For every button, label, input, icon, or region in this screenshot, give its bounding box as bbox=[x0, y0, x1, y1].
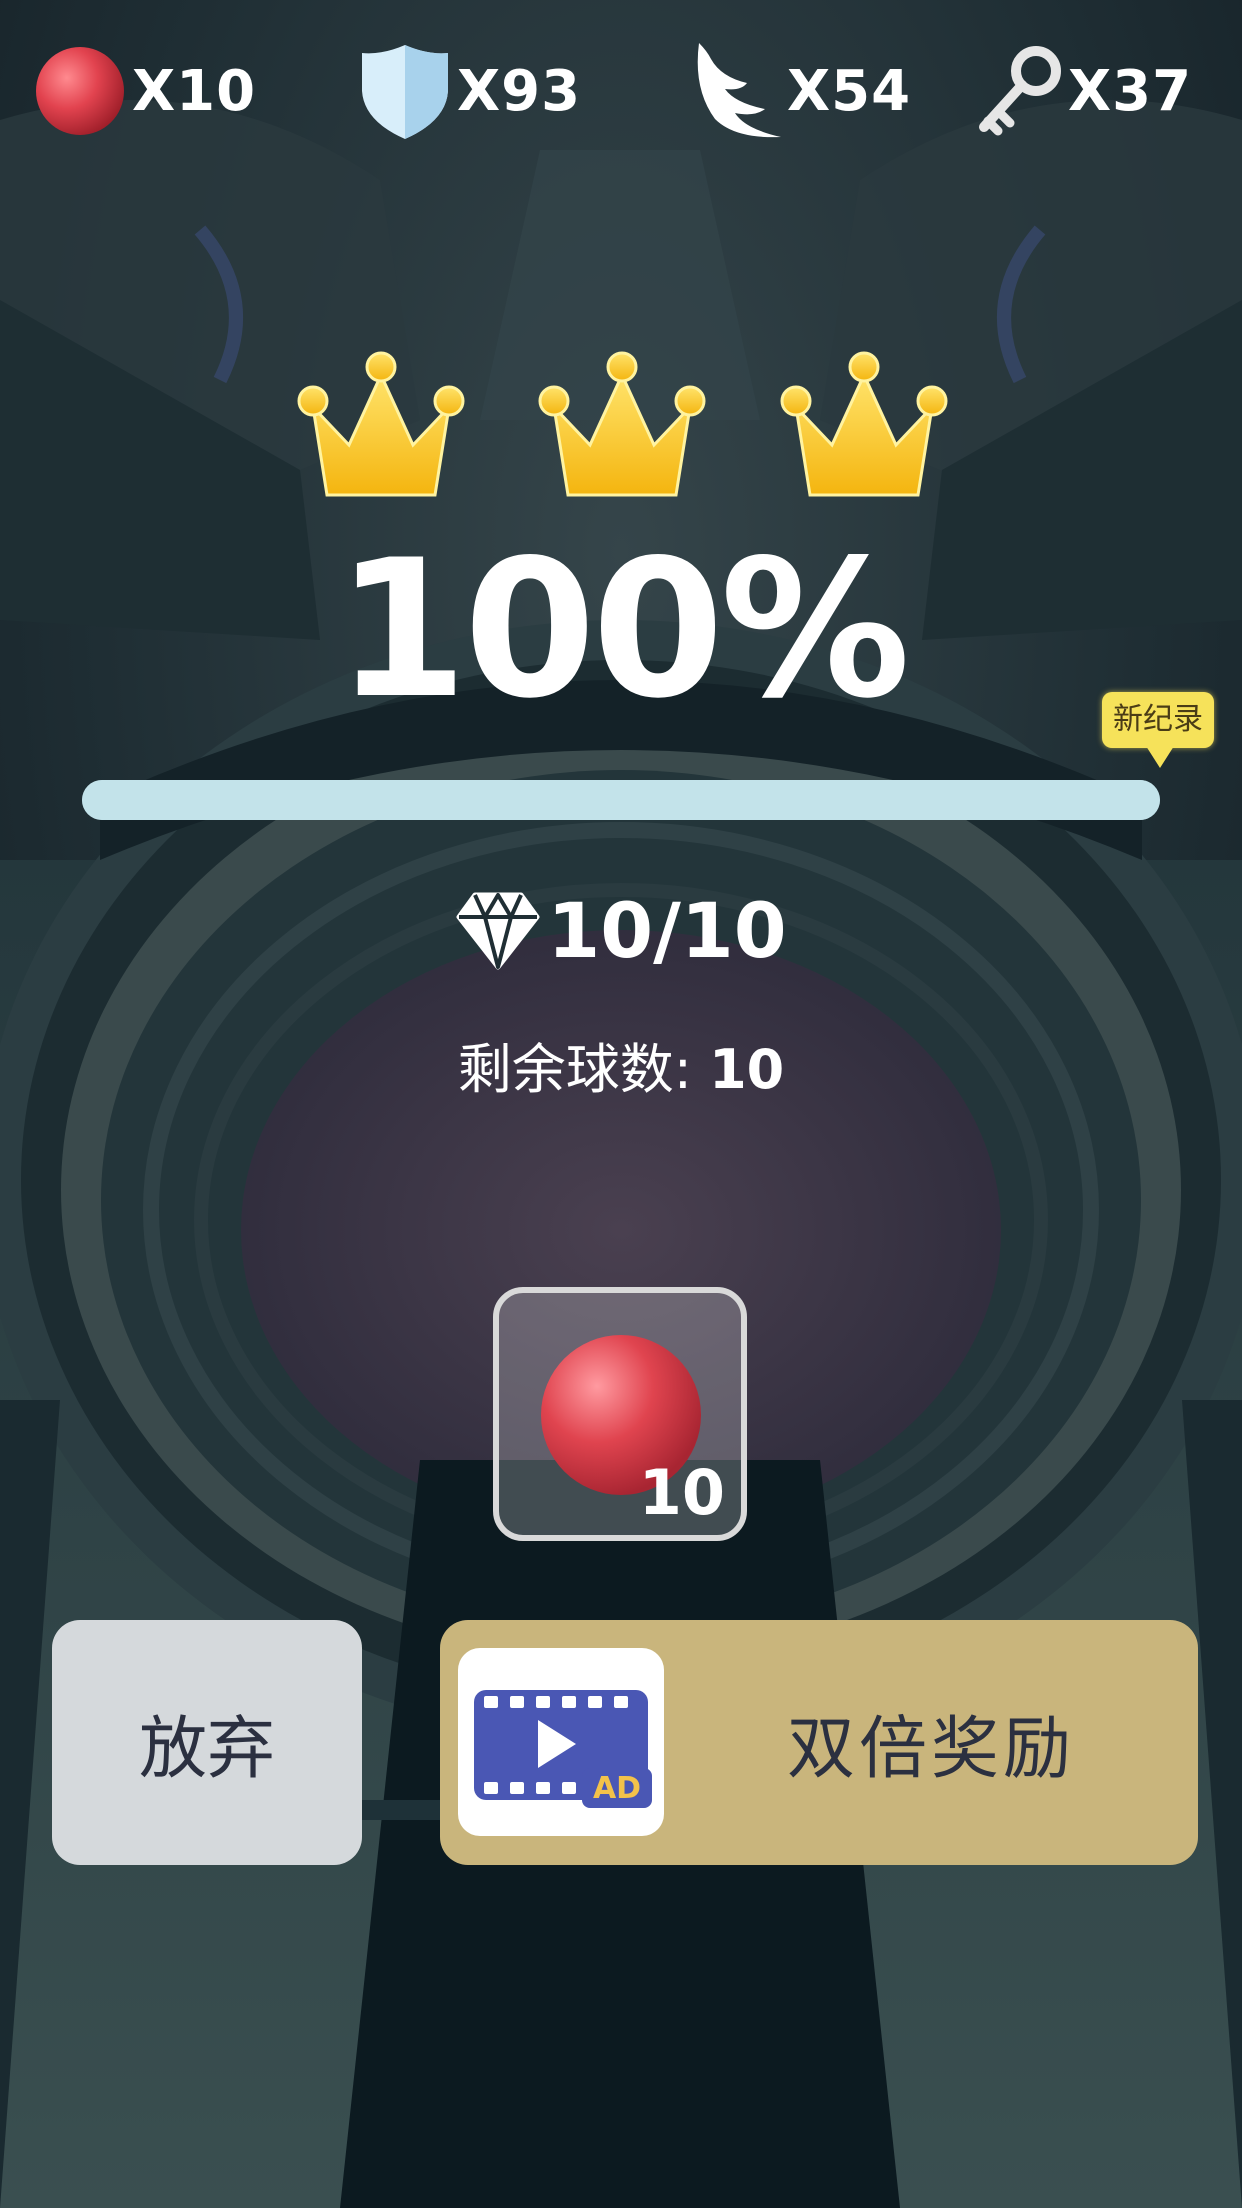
video-ad-icon: AD bbox=[458, 1648, 664, 1836]
remaining-balls: 剩余球数: 10 bbox=[0, 1030, 1242, 1110]
progress-bar bbox=[82, 780, 1160, 820]
key-count: X37 bbox=[1068, 58, 1193, 124]
wing-resource: X54 bbox=[685, 36, 911, 146]
give-up-label: 放弃 bbox=[138, 1710, 275, 1789]
red-ball-icon bbox=[30, 36, 130, 146]
completion-percent: 100% bbox=[335, 519, 911, 740]
balls-count: X10 bbox=[132, 58, 257, 124]
new-record-tag: 新纪录 bbox=[1102, 692, 1214, 772]
double-reward-label: 双倍奖励 bbox=[786, 1710, 1075, 1789]
give-up-button[interactable]: 放弃 bbox=[52, 1620, 362, 1865]
wing-count: X54 bbox=[787, 58, 912, 124]
crown-icon bbox=[780, 351, 948, 497]
new-record-label: 新纪录 bbox=[1102, 692, 1214, 748]
crown-rating bbox=[0, 345, 1242, 520]
gems-count: 10/10 bbox=[547, 885, 787, 975]
shield-resource: X93 bbox=[355, 36, 581, 146]
wing-icon bbox=[685, 36, 785, 146]
balls-resource: X10 bbox=[30, 36, 256, 146]
gems-counter: 10/10 bbox=[0, 880, 1242, 980]
shield-icon bbox=[355, 36, 455, 146]
remaining-label: 剩余球数: bbox=[457, 1038, 710, 1101]
progress-fill bbox=[82, 780, 1160, 820]
crown-icon bbox=[297, 351, 465, 497]
key-resource: X37 bbox=[970, 36, 1192, 146]
new-record-tail bbox=[1146, 746, 1174, 768]
ball-slot-count: 10 bbox=[638, 1456, 725, 1529]
crown-icon bbox=[538, 351, 706, 497]
diamond-icon bbox=[456, 892, 540, 970]
shield-count: X93 bbox=[457, 58, 582, 124]
ball-slot: 10 bbox=[493, 1287, 747, 1541]
resource-bar: X10 X93 X54 X37 bbox=[0, 0, 1242, 180]
remaining-value: 10 bbox=[709, 1038, 785, 1101]
ad-badge: AD bbox=[593, 1771, 641, 1806]
double-reward-button[interactable]: AD 双倍奖励 bbox=[440, 1620, 1198, 1865]
key-icon bbox=[970, 36, 1066, 146]
